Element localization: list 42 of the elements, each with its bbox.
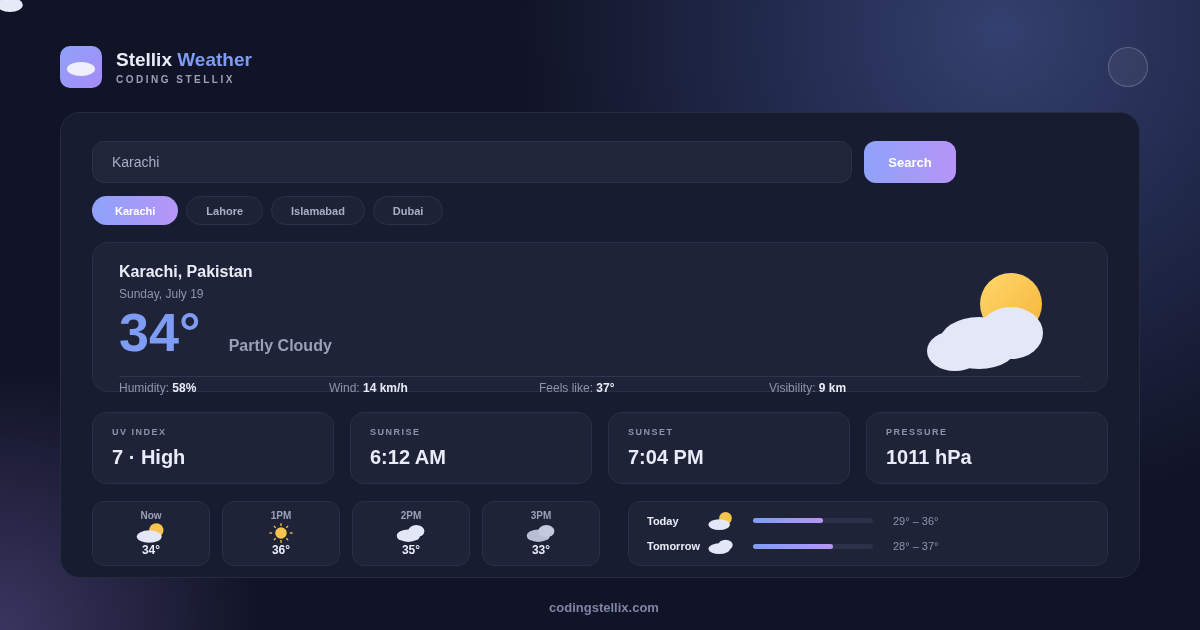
- city-chip[interactable]: Lahore: [186, 196, 264, 225]
- weather-stat: Humidity: 58%: [119, 381, 198, 395]
- hour-label: Now: [140, 510, 162, 521]
- metric-label: PRESSURE: [886, 427, 949, 437]
- metric-label: UV INDEX: [112, 427, 168, 437]
- logo-icon: [60, 46, 102, 88]
- app-subtitle: CODING STELLIX: [116, 74, 236, 85]
- hour-label: 1PM: [270, 510, 292, 521]
- cloud-icon: [525, 523, 557, 543]
- hour-temperature: 34°: [141, 543, 161, 557]
- date-label: Sunday, July 19: [119, 287, 205, 301]
- condition-label: Partly Cloudy: [228, 337, 332, 355]
- location-name: Karachi, Pakistan: [119, 263, 254, 281]
- hour-temperature: 33°: [531, 543, 551, 557]
- partly-cloudy-icon: [707, 511, 735, 530]
- app-title: Stellix Weather: [116, 49, 252, 71]
- cloud-icon: [707, 537, 735, 556]
- hour-temperature: 36°: [271, 543, 291, 557]
- footer-link[interactable]: codingstellix.com: [534, 600, 674, 615]
- weather-stat: Wind: 14 km/h: [329, 381, 409, 395]
- city-chip[interactable]: Dubai: [372, 196, 444, 225]
- day-label: Tomorrow: [647, 540, 701, 553]
- weather-stat: Feels like: 37°: [539, 381, 616, 395]
- hour-label: 2PM: [400, 510, 422, 521]
- partly-cloudy-icon: [925, 273, 1045, 373]
- city-chip[interactable]: Islamabad: [271, 196, 365, 225]
- temperature-range: 29° – 36°: [893, 514, 939, 527]
- temperature-range: 28° – 37°: [893, 540, 939, 553]
- hour-label: 3PM: [530, 510, 552, 521]
- hour-temperature: 35°: [401, 543, 421, 557]
- theme-toggle-button[interactable]: [1108, 47, 1148, 87]
- metric-label: SUNRISE: [370, 427, 422, 437]
- metric-label: SUNSET: [628, 427, 675, 437]
- metric-value: 7:04 PM: [628, 446, 705, 469]
- search-field[interactable]: Karachi: [92, 141, 852, 183]
- cloud-icon: [395, 523, 427, 543]
- metric-value: 6:12 AM: [370, 446, 447, 469]
- metric-value: 1011 hPa: [886, 446, 973, 469]
- day-label: Today: [647, 514, 680, 527]
- temperature: 34°: [119, 305, 201, 359]
- weather-stat: Visibility: 9 km: [769, 381, 848, 395]
- metric-value: 7 · High: [112, 446, 187, 469]
